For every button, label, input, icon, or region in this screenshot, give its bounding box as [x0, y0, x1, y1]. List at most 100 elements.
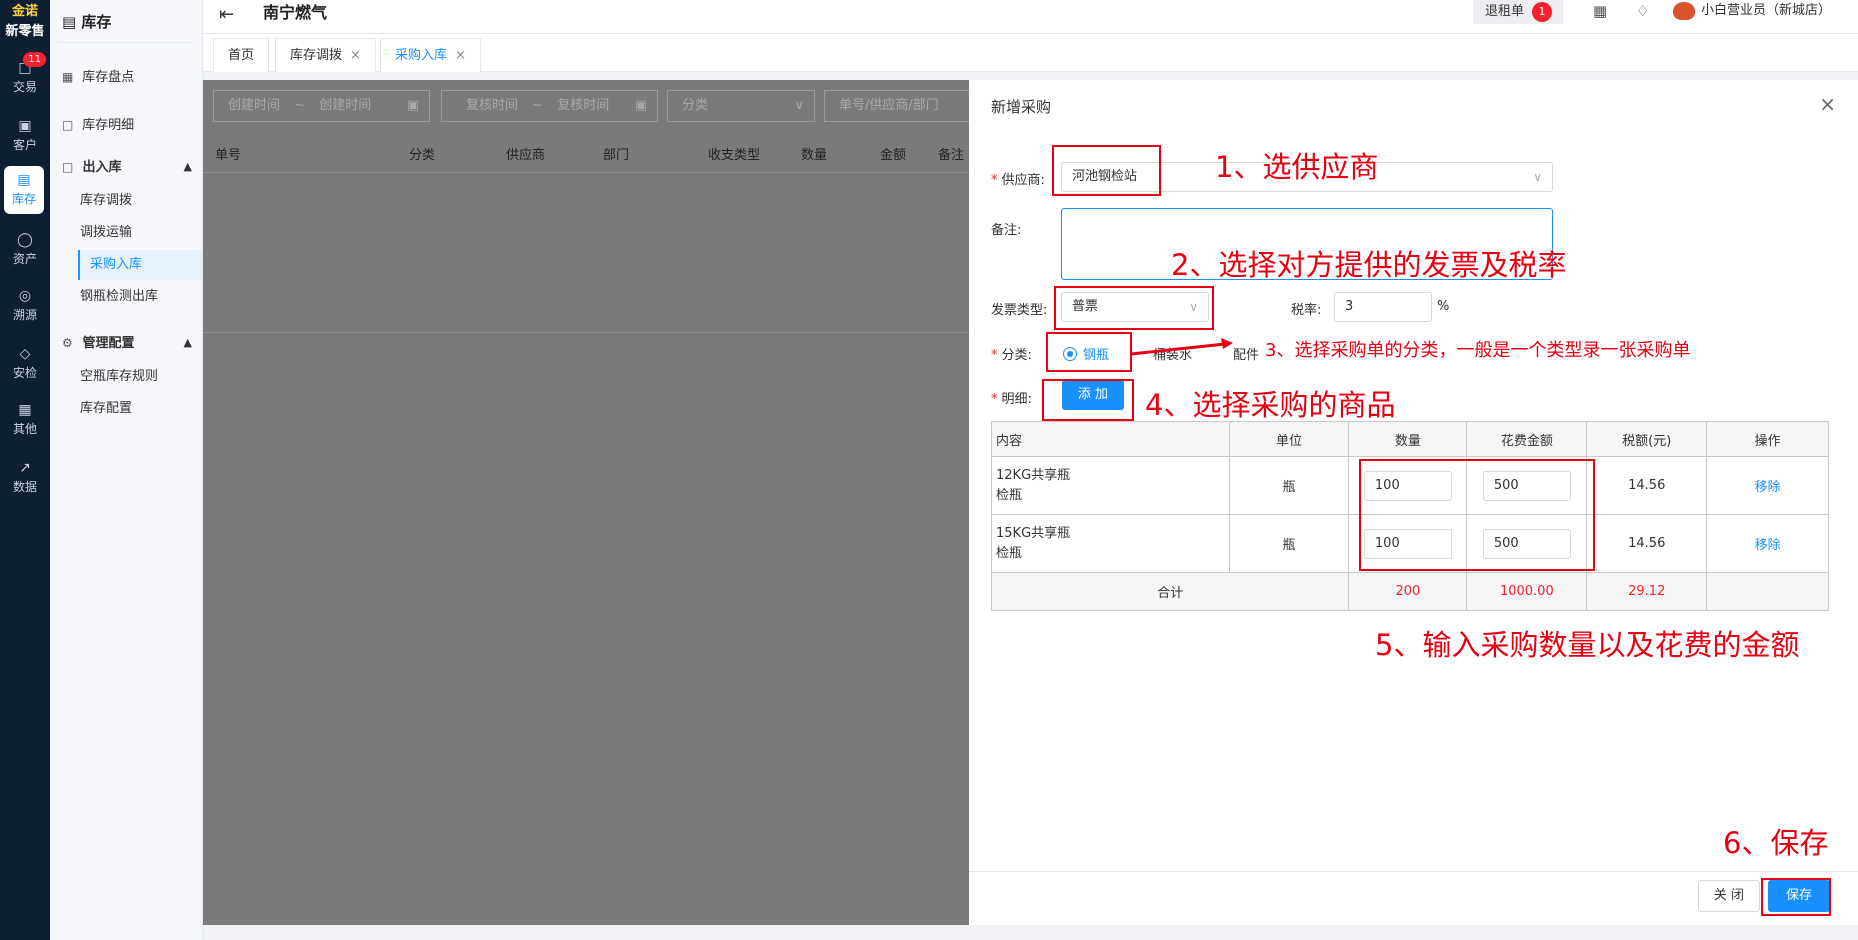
search-doc-icon: □ — [62, 160, 74, 174]
add-purchase-drawer: 新增采购 × * 供应商: 河池钢检站 ∨ 备注: 发票类型: 普票 ∨ 税率: … — [969, 80, 1858, 925]
percent-unit: % — [1437, 299, 1450, 314]
annotation-box-save — [1761, 878, 1831, 916]
id-card-icon: ▣ — [18, 118, 32, 134]
rail-label: 安检 — [12, 366, 37, 380]
category-label: * 分类: — [991, 348, 1032, 363]
rail-item-trace[interactable]: ◎ 溯源 — [2, 282, 48, 330]
tab-transfer[interactable]: 库存调拨 × — [275, 38, 376, 72]
tab-home[interactable]: 首页 — [213, 38, 270, 72]
divider — [203, 172, 969, 173]
column-header: 花费金额 — [1466, 421, 1588, 457]
chevron-up-icon: ▲ — [183, 336, 192, 349]
rail-label: 客户 — [12, 138, 37, 152]
detail-label: * 明细: — [991, 392, 1032, 407]
org-name: 南宁燃气 — [263, 3, 328, 22]
sidebar-group-inout[interactable]: □ 出入库 ▲ — [62, 152, 202, 182]
annotation-box-add — [1042, 379, 1134, 421]
annotation-box-category — [1046, 332, 1132, 372]
column-header: 税额(元) — [1586, 421, 1708, 457]
review-time-range[interactable]: 复核时间 ~ 复核时间 ▣ — [441, 90, 658, 122]
rail-item-assets[interactable]: ◯ 资产 — [2, 226, 48, 274]
rail-item-data[interactable]: ↗ 数据 — [2, 454, 48, 502]
qrcode-icon[interactable]: ▦ — [1593, 2, 1607, 20]
annotation-arrow — [1130, 338, 1233, 356]
tax-rate-label: 税率: — [1291, 303, 1322, 318]
bell-icon[interactable]: ♢ — [1636, 2, 1649, 20]
sidebar: ▤ 库存 ▦ 库存盘点 □ 库存明细 □ 出入库 ▲ 库存调拨 调拨运输 采购入… — [50, 0, 203, 940]
table-icon: ▦ — [62, 70, 74, 84]
invoice-type-label: 发票类型: — [991, 303, 1048, 318]
total-row: 合计 200 1000.00 29.12 — [990, 572, 1829, 611]
rail-label: 溯源 — [12, 308, 37, 322]
chevron-down-icon: ∨ — [794, 98, 804, 113]
sidebar-group-config[interactable]: ⚙ 管理配置 ▲ — [62, 328, 202, 358]
rail-item-trade[interactable]: □ 11 交易 — [2, 52, 48, 102]
category-radio-parts[interactable]: 配件 — [1233, 344, 1259, 363]
sidebar-item-empty-rule[interactable]: 空瓶库存规则 — [80, 362, 202, 392]
list-icon: ▤ — [17, 172, 31, 188]
total-amount: 1000.00 — [1466, 572, 1588, 611]
annotation-box-invoice — [1054, 286, 1214, 330]
close-icon[interactable]: × — [350, 48, 361, 63]
category-filter[interactable]: 分类 ∨ — [667, 90, 815, 122]
annotation-step3: 3、选择采购单的分类，一般是一个类型录一张采购单 — [1265, 336, 1691, 362]
remove-link[interactable]: 移除 — [1706, 514, 1829, 573]
sidebar-item-purchase-in[interactable]: 采购入库 — [78, 250, 202, 280]
tabs-bar: 首页 库存调拨 × 采购入库 × — [203, 34, 1858, 72]
top-bar: ⇤ 南宁燃气 退租单 1 ▦ ♢ 小白营业员（新城店） — [203, 0, 1858, 34]
close-button[interactable]: 关 闭 — [1698, 880, 1760, 912]
column-header: 分类 — [409, 148, 436, 163]
tab-purchase-in[interactable]: 采购入库 × — [380, 38, 481, 72]
remark-label: 备注: — [991, 223, 1022, 238]
sidebar-item-stock-config[interactable]: 库存配置 — [80, 394, 202, 424]
brand-subtitle: 新零售 — [5, 24, 45, 39]
tax-rate-input[interactable]: 3 — [1334, 292, 1432, 322]
annotation-step2: 2、选择对方提供的发票及税率 — [1171, 248, 1567, 282]
column-header: 数量 — [1348, 421, 1468, 457]
shield-icon: ◇ — [19, 346, 31, 362]
calendar-icon: ▣ — [634, 98, 647, 113]
annotation-step5: 5、输入采购数量以及花费的金额 — [1375, 628, 1800, 662]
table-header: 内容 单位 数量 花费金额 税额(元) 操作 — [991, 421, 1829, 457]
sidebar-item-transport[interactable]: 调拨运输 — [80, 218, 202, 248]
column-header: 单位 — [1228, 421, 1350, 457]
rail-label: 其他 — [12, 422, 37, 436]
create-time-range[interactable]: 创建时间 ~ 创建时间 ▣ — [213, 90, 430, 122]
rail-item-other[interactable]: ▦ 其他 — [2, 396, 48, 444]
sidebar-item-stocktake[interactable]: ▦ 库存盘点 — [62, 62, 202, 92]
gear-icon: ⚙ — [62, 336, 73, 350]
rail-label: 交易 — [12, 80, 37, 94]
rail-item-safety[interactable]: ◇ 安检 — [2, 340, 48, 388]
total-label: 合计 — [990, 572, 1350, 611]
compass-icon: ◎ — [18, 288, 32, 304]
brand-name: 金诺 — [11, 4, 38, 19]
inventory-icon: ▤ — [62, 13, 77, 31]
calendar-icon: ▣ — [406, 98, 419, 113]
sidebar-item-stock-detail[interactable]: □ 库存明细 — [62, 110, 202, 140]
remove-link[interactable]: 移除 — [1706, 456, 1829, 515]
rail-item-inventory[interactable]: ▤ 库存 — [4, 166, 44, 214]
item-content: 12KG共享瓶 检瓶 — [991, 456, 1230, 515]
column-header: 操作 — [1706, 421, 1829, 457]
close-icon[interactable]: × — [455, 48, 466, 63]
rent-count-badge: 1 — [1532, 2, 1553, 22]
sidebar-item-cylinder-out[interactable]: 钢瓶检测出库 — [80, 282, 202, 312]
trade-badge: 11 — [23, 52, 46, 67]
item-tax: 14.56 — [1586, 456, 1708, 515]
annotation-box-qty-amount — [1359, 459, 1595, 571]
rent-order-button[interactable]: 退租单 1 — [1473, 0, 1563, 24]
brand-logo: 金诺 新零售 — [0, 2, 50, 42]
search-input[interactable]: 单号/供应商/部门 — [824, 90, 969, 122]
rail-item-customer[interactable]: ▣ 客户 — [2, 112, 48, 160]
menu-fold-icon[interactable]: ⇤ — [219, 4, 234, 25]
list-header: 单号 分类 供应商 部门 收支类型 数量 金额 备注 — [203, 140, 969, 172]
rail-label: 资产 — [12, 252, 37, 266]
item-content: 15KG共享瓶 检瓶 — [991, 514, 1230, 573]
supplier-label: * 供应商: — [991, 173, 1045, 188]
sidebar-item-transfer[interactable]: 库存调拨 — [80, 186, 202, 216]
user-menu[interactable]: 小白营业员（新城店） — [1673, 0, 1831, 22]
list-panel-overlay: 创建时间 ~ 创建时间 ▣ 复核时间 ~ 复核时间 ▣ 分类 ∨ 单号/供应商/… — [203, 80, 969, 925]
close-icon[interactable]: × — [1819, 92, 1836, 116]
divider — [203, 332, 969, 333]
chart-icon: ↗ — [19, 460, 31, 476]
